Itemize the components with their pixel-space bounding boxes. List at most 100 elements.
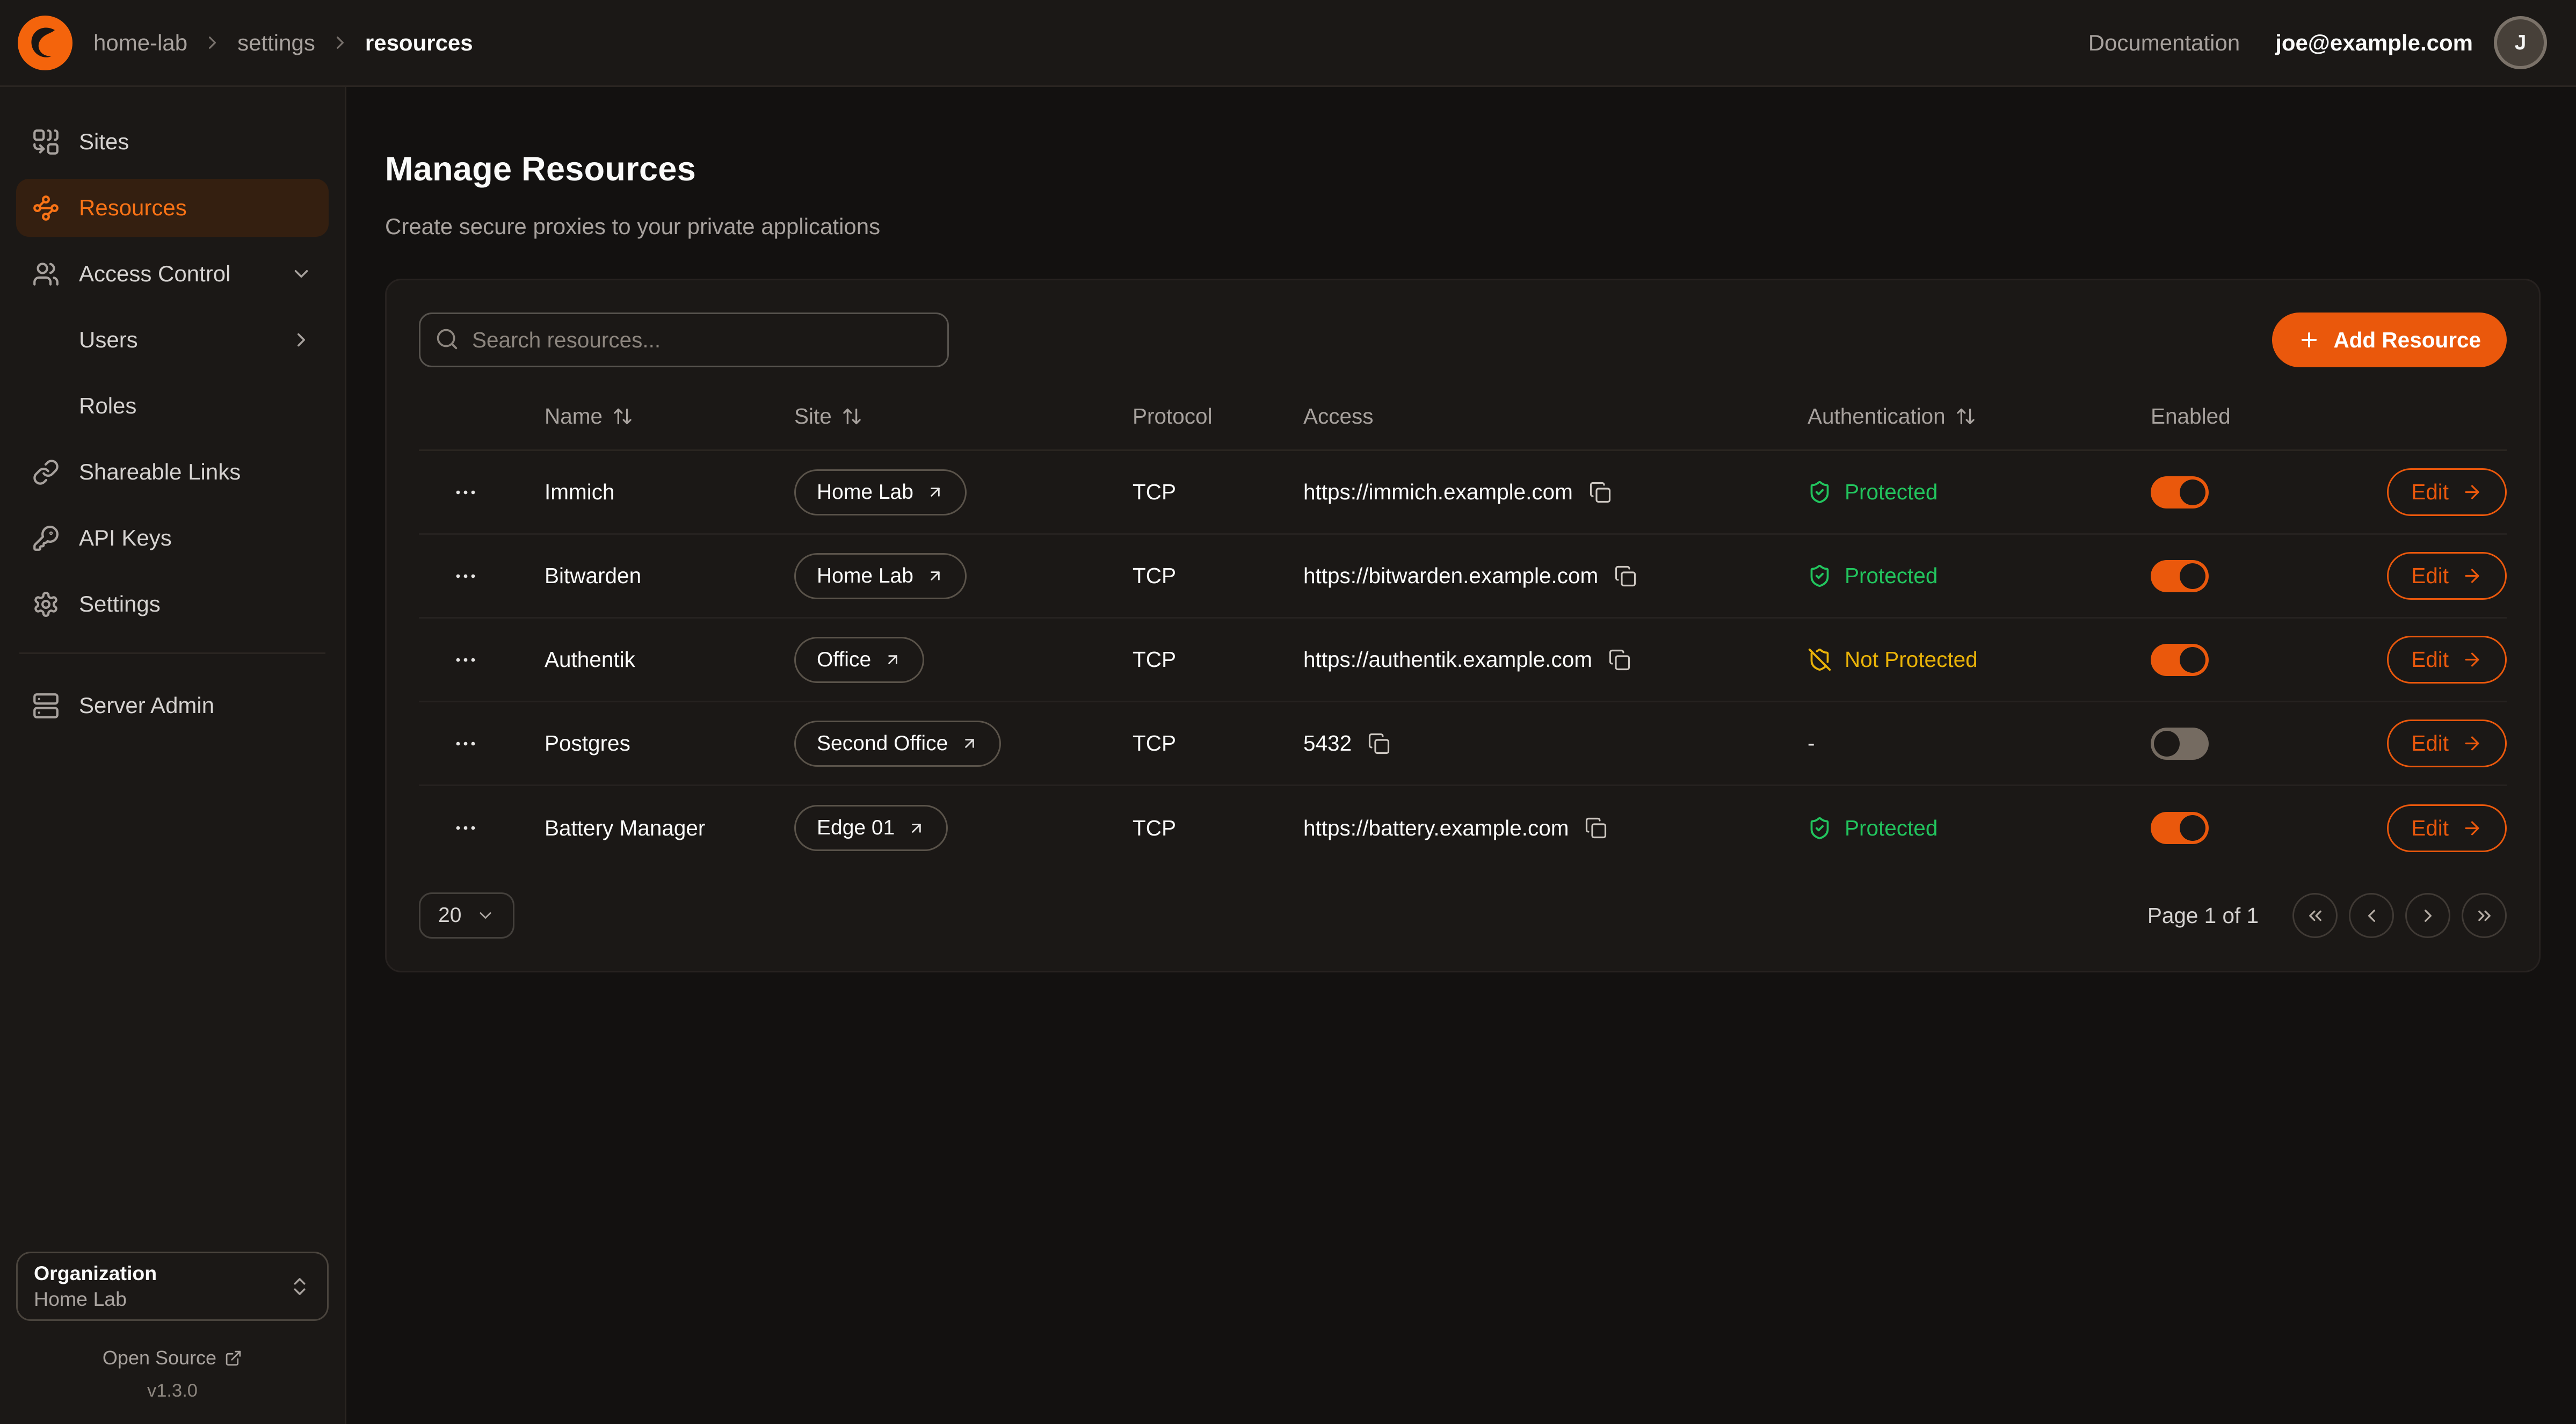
sidebar-item-settings[interactable]: Settings xyxy=(16,575,329,633)
column-name[interactable]: Name xyxy=(512,404,778,429)
breadcrumb-home-lab[interactable]: home-lab xyxy=(93,30,187,56)
site-name: Home Lab xyxy=(817,564,913,588)
ellipsis-icon xyxy=(453,815,478,841)
edit-button[interactable]: Edit xyxy=(2387,468,2507,516)
row-actions-button[interactable] xyxy=(443,470,488,515)
toggle-knob xyxy=(2180,815,2205,841)
link-icon xyxy=(32,459,60,486)
edit-button[interactable]: Edit xyxy=(2387,720,2507,767)
column-label: Site xyxy=(794,404,832,429)
key-icon xyxy=(32,525,60,552)
shield-check-icon xyxy=(1808,816,1832,840)
site-link-badge[interactable]: Home Lab xyxy=(794,553,967,599)
breadcrumb-settings[interactable]: settings xyxy=(237,30,315,56)
table-row: Authentik Office TCP https://authentik.e… xyxy=(419,619,2507,702)
last-page-button[interactable] xyxy=(2462,893,2507,938)
site-link-badge[interactable]: Home Lab xyxy=(794,469,967,515)
edit-label: Edit xyxy=(2411,647,2449,672)
sidebar-item-resources[interactable]: Resources xyxy=(16,179,329,237)
access-url: https://immich.example.com xyxy=(1303,479,1573,505)
sidebar-item-shareable-links[interactable]: Shareable Links xyxy=(16,443,329,501)
site-name: Edge 01 xyxy=(817,816,895,840)
sidebar-item-label: Server Admin xyxy=(79,693,214,718)
sidebar-item-label: Settings xyxy=(79,591,161,617)
arrow-up-right-icon xyxy=(926,567,944,585)
toggle-knob xyxy=(2154,731,2180,757)
edit-button[interactable]: Edit xyxy=(2387,552,2507,600)
chevron-right-icon xyxy=(290,329,313,351)
column-site[interactable]: Site xyxy=(778,404,1092,429)
open-source-link[interactable]: Open Source xyxy=(16,1347,329,1369)
edit-button[interactable]: Edit xyxy=(2387,636,2507,684)
resource-name: Authentik xyxy=(512,647,778,672)
breadcrumb: home-lab settings resources xyxy=(93,30,473,56)
organization-selector[interactable]: Organization Home Lab xyxy=(16,1252,329,1321)
toggle-knob xyxy=(2180,647,2205,673)
copy-button[interactable] xyxy=(1608,649,1631,671)
prev-page-button[interactable] xyxy=(2349,893,2394,938)
chevron-down-icon xyxy=(290,263,313,285)
breadcrumb-resources[interactable]: resources xyxy=(365,30,473,56)
next-page-button[interactable] xyxy=(2405,893,2450,938)
auth-label: Not Protected xyxy=(1845,647,1978,672)
resources-table: Name Site Protocol Access xyxy=(419,383,2507,870)
column-label: Name xyxy=(545,404,603,429)
table-row: Bitwarden Home Lab TCP https://bitwarden… xyxy=(419,535,2507,619)
copy-button[interactable] xyxy=(1589,481,1612,504)
enabled-toggle[interactable] xyxy=(2151,812,2209,844)
pangolin-logo-icon[interactable] xyxy=(16,14,74,72)
copy-button[interactable] xyxy=(1585,817,1607,839)
site-link-badge[interactable]: Second Office xyxy=(794,721,1001,767)
row-actions-button[interactable] xyxy=(443,637,488,682)
first-page-button[interactable] xyxy=(2292,893,2338,938)
chevrons-left-icon xyxy=(2305,905,2326,926)
user-email[interactable]: joe@example.com xyxy=(2275,30,2473,56)
copy-icon xyxy=(1589,481,1612,504)
documentation-link[interactable]: Documentation xyxy=(2088,30,2240,56)
chevron-right-icon xyxy=(202,32,223,53)
add-resource-button[interactable]: Add Resource xyxy=(2272,313,2507,367)
sidebar-item-label: Roles xyxy=(79,393,136,419)
site-link-badge[interactable]: Edge 01 xyxy=(794,805,948,851)
sidebar-item-access-control[interactable]: Access Control xyxy=(16,245,329,303)
plus-icon xyxy=(2298,329,2320,351)
sidebar-item-roles[interactable]: Roles xyxy=(16,377,329,435)
sidebar-item-users[interactable]: Users xyxy=(16,311,329,369)
enabled-toggle[interactable] xyxy=(2151,476,2209,508)
sidebar-item-label: API Keys xyxy=(79,525,172,551)
resource-name: Battery Manager xyxy=(512,816,778,841)
avatar[interactable]: J xyxy=(2494,16,2547,69)
copy-icon xyxy=(1614,565,1637,587)
enabled-toggle[interactable] xyxy=(2151,644,2209,676)
page-size-value: 20 xyxy=(438,904,461,927)
column-enabled: Enabled xyxy=(2110,404,2355,429)
search-input[interactable] xyxy=(419,313,949,367)
sidebar-item-sites[interactable]: Sites xyxy=(16,113,329,171)
copy-button[interactable] xyxy=(1368,732,1390,755)
site-link-badge[interactable]: Office xyxy=(794,637,924,683)
search-wrap xyxy=(419,313,949,367)
row-actions-button[interactable] xyxy=(443,554,488,599)
row-actions-button[interactable] xyxy=(443,805,488,851)
site-name: Home Lab xyxy=(817,481,913,504)
access-url: https://bitwarden.example.com xyxy=(1303,563,1598,589)
edit-button[interactable]: Edit xyxy=(2387,804,2507,852)
sidebar-item-server-admin[interactable]: Server Admin xyxy=(16,677,329,735)
column-authentication[interactable]: Authentication xyxy=(1779,404,2110,429)
organization-value: Home Lab xyxy=(34,1287,288,1311)
auth-label: Protected xyxy=(1845,479,1938,505)
edit-label: Edit xyxy=(2411,563,2449,589)
row-actions-button[interactable] xyxy=(443,721,488,766)
enabled-toggle[interactable] xyxy=(2151,560,2209,592)
column-label: Authentication xyxy=(1808,404,1946,429)
edit-label: Edit xyxy=(2411,731,2449,756)
access-url: 5432 xyxy=(1303,731,1352,756)
enabled-toggle[interactable] xyxy=(2151,728,2209,760)
protocol-value: TCP xyxy=(1092,816,1263,841)
sidebar-item-api-keys[interactable]: API Keys xyxy=(16,509,329,567)
column-label: Access xyxy=(1303,404,1374,429)
copy-button[interactable] xyxy=(1614,565,1637,587)
resource-name: Immich xyxy=(512,479,778,505)
arrow-right-icon xyxy=(2462,649,2483,670)
page-size-select[interactable]: 20 xyxy=(419,892,514,939)
